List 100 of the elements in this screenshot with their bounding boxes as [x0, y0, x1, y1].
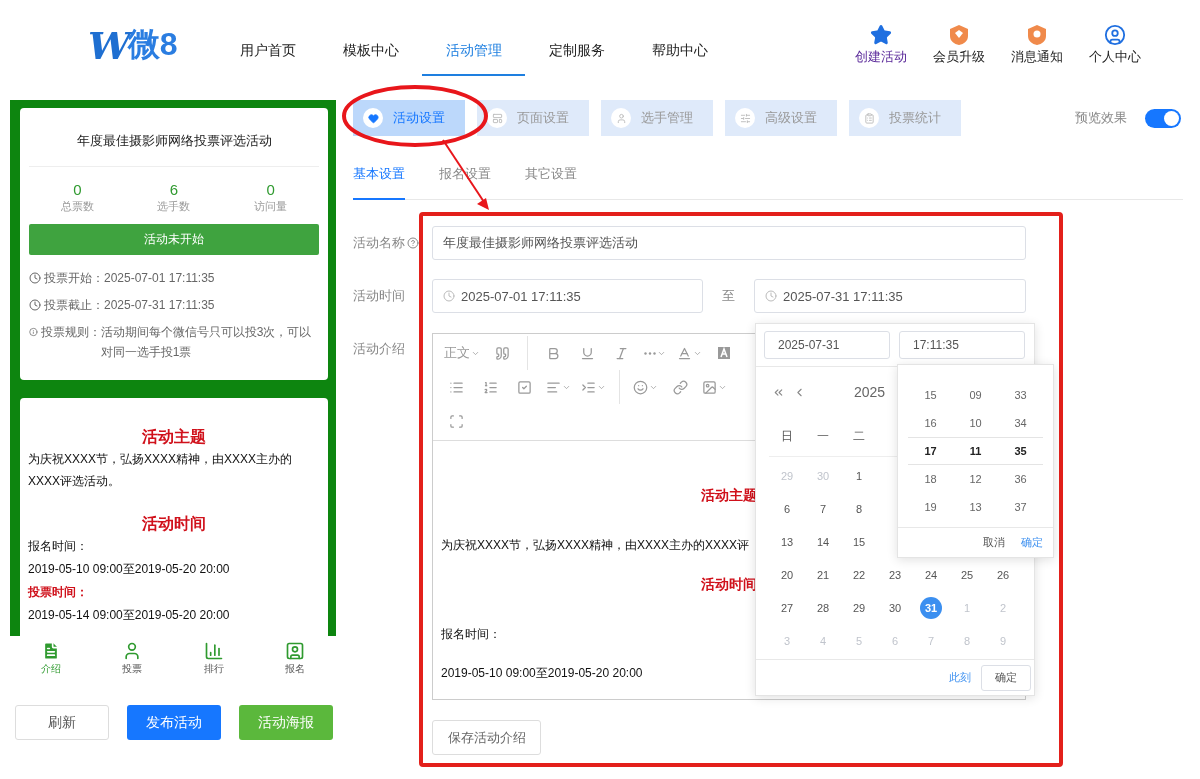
calendar-day[interactable]: 24: [920, 563, 942, 586]
start-time-field[interactable]: 2025-07-01 17:11:35: [432, 279, 703, 313]
toggle-label: 预览效果: [1075, 109, 1127, 127]
time-option[interactable]: 37: [998, 493, 1043, 521]
align-icon: [546, 379, 561, 395]
clock-icon: [29, 299, 41, 311]
action-button[interactable]: 刷新: [15, 705, 109, 740]
fullscreen-icon: [448, 413, 464, 429]
stat-label: 选手数: [157, 199, 191, 214]
calendar-day[interactable]: 30: [884, 596, 906, 619]
quote-icon: [494, 345, 510, 361]
smiley-icon: [633, 379, 648, 395]
bar-chart-icon: [203, 640, 224, 661]
time-option[interactable]: 18: [908, 465, 953, 493]
calendar-day[interactable]: 23: [884, 563, 906, 586]
calendar-day[interactable]: 22: [848, 563, 870, 586]
calendar-day[interactable]: 28: [812, 596, 834, 619]
calendar-day[interactable]: 8: [848, 497, 870, 520]
header-action[interactable]: 消息通知: [1002, 24, 1072, 66]
nav-link[interactable]: 帮助中心: [628, 32, 731, 76]
header-action[interactable]: 个人中心: [1080, 24, 1150, 66]
editor-text: 2019-05-10 09:00至2019-05-20 20:00: [441, 665, 643, 682]
detail-value: 2025-07-31 17:11:35: [104, 297, 215, 314]
stat-value: 6: [169, 181, 179, 199]
calendar-day[interactable]: 31: [920, 596, 942, 619]
logo[interactable]: W微8: [88, 25, 208, 65]
calendar-day[interactable]: 7: [812, 497, 834, 520]
time-option[interactable]: 34: [998, 409, 1043, 437]
detail-label: 投票规则：: [40, 324, 101, 341]
badge-icon: [1026, 24, 1048, 46]
calendar-day[interactable]: 21: [812, 563, 834, 586]
now-link[interactable]: 此刻: [949, 670, 971, 685]
calendar-day[interactable]: 1: [848, 464, 870, 487]
time-option[interactable]: 35: [998, 437, 1043, 465]
time-option[interactable]: 19: [908, 493, 953, 521]
cancel-button[interactable]: 取消: [983, 535, 1005, 550]
calendar-day[interactable]: 25: [956, 563, 978, 586]
calendar-day[interactable]: 14: [812, 530, 834, 553]
time-option[interactable]: 15: [908, 381, 953, 409]
help-icon: [407, 237, 419, 249]
calendar-day[interactable]: 26: [992, 563, 1014, 586]
intro-text: 投票时间：: [28, 584, 89, 601]
end-time-field[interactable]: 2025-07-31 17:11:35: [754, 279, 1026, 313]
nav-link[interactable]: 活动管理: [422, 32, 525, 76]
checkbox-icon: [516, 379, 532, 395]
user-icon: [1104, 24, 1126, 46]
preview-toggle[interactable]: [1145, 108, 1181, 128]
heart-icon: [367, 112, 379, 124]
bottom-nav-item[interactable]: 排行: [203, 640, 224, 676]
sub-tab[interactable]: 其它设置: [525, 150, 577, 200]
weekday-label: 日: [780, 428, 794, 445]
editor-text: 为庆祝XXXX节，弘扬XXXX精神，由XXXX主办的XXXX评: [441, 537, 750, 554]
clipboard-icon: [863, 112, 875, 124]
nav-link[interactable]: 用户首页: [216, 32, 319, 76]
calendar-day[interactable]: 15: [848, 530, 870, 553]
header-action[interactable]: 会员升级: [924, 24, 994, 66]
time-option[interactable]: 16: [908, 409, 953, 437]
save-intro-button[interactable]: 保存活动介绍: [432, 720, 541, 755]
time-option[interactable]: 36: [998, 465, 1043, 493]
indent-icon: [581, 379, 596, 395]
date-input[interactable]: 2025-07-31: [764, 331, 890, 359]
image-icon: [702, 379, 717, 395]
underline-icon: [579, 345, 595, 361]
month-title: 2025: [854, 384, 886, 400]
time-option[interactable]: 17: [908, 437, 953, 465]
bottom-nav-item[interactable]: 介绍: [40, 640, 61, 676]
time-option[interactable]: 33: [998, 381, 1043, 409]
bottom-nav-item[interactable]: 投票: [122, 640, 143, 676]
shield-icon: [948, 24, 970, 46]
time-input[interactable]: 17:11:35: [899, 331, 1025, 359]
calendar-day[interactable]: 6: [776, 497, 798, 520]
name-field[interactable]: 年度最佳摄影师网络投票评选活动: [432, 226, 1026, 260]
action-button[interactable]: 发布活动: [127, 705, 221, 740]
time-option[interactable]: 13: [953, 493, 998, 521]
calendar-day[interactable]: 20: [776, 563, 798, 586]
calendar-day[interactable]: 27: [776, 596, 798, 619]
sub-tab[interactable]: 基本设置: [353, 150, 405, 200]
time-option[interactable]: 11: [953, 437, 998, 465]
confirm-button[interactable]: 确定: [1021, 535, 1043, 550]
time-option[interactable]: 10: [953, 409, 998, 437]
bottom-nav-item[interactable]: 报名: [285, 640, 306, 676]
nav-link[interactable]: 模板中心: [319, 32, 422, 76]
clock-icon: [765, 290, 777, 302]
sliders-icon: [739, 112, 751, 124]
time-option[interactable]: 09: [953, 381, 998, 409]
editor-text: 报名时间：: [441, 626, 501, 643]
layout-icon: [491, 112, 503, 124]
nav-link[interactable]: 定制服务: [525, 32, 628, 76]
weekday-label: 一: [816, 428, 830, 445]
section-heading: 活动时间: [141, 514, 207, 534]
confirm-button[interactable]: 确定: [981, 664, 1031, 691]
stat-label: 总票数: [60, 199, 94, 214]
detail-label: 投票开始：: [44, 270, 104, 287]
field-label: 活动名称: [353, 234, 405, 252]
time-option[interactable]: 12: [953, 465, 998, 493]
intro-text: 为庆祝XXXX节，弘扬XXXX精神，由XXXX主办的XXXX评选活动。: [28, 451, 294, 490]
calendar-day[interactable]: 29: [848, 596, 870, 619]
calendar-day[interactable]: 13: [776, 530, 798, 553]
intro-text: 报名时间：: [28, 538, 89, 555]
header-action[interactable]: 创建活动: [846, 24, 916, 66]
